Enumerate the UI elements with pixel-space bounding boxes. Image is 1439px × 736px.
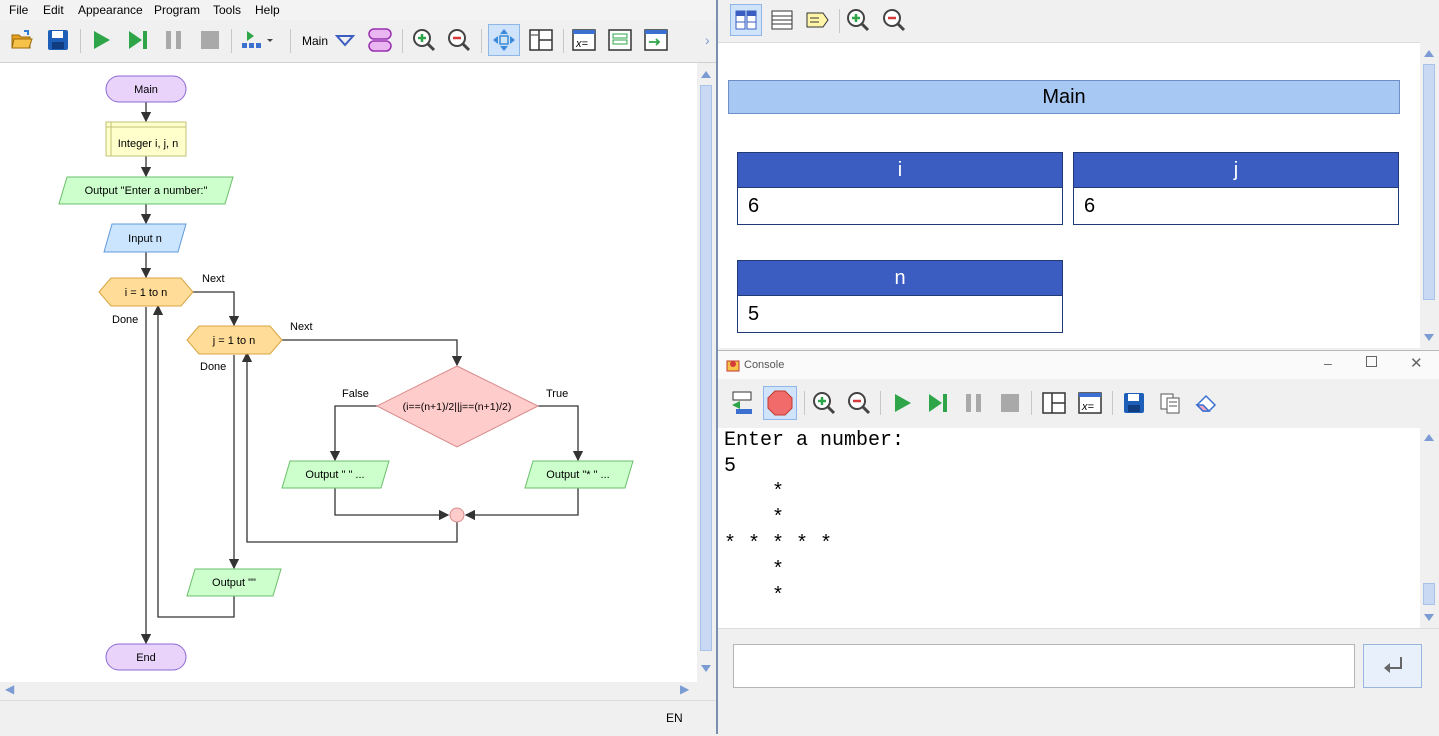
console-enter-button[interactable] <box>1363 644 1422 688</box>
variable-value: 6 <box>1084 194 1096 217</box>
flowchart-horizontal-scrollbar[interactable]: ◀ ▶ <box>0 682 697 699</box>
input-label: Input n <box>128 233 162 245</box>
menu-help[interactable]: Help <box>255 3 280 17</box>
main-toolbar: Main x= › <box>0 20 716 63</box>
grid-view-icon[interactable] <box>730 4 762 36</box>
output-prompt-label: Output "Enter a number:" <box>85 185 208 197</box>
vars-zoom-in-icon[interactable] <box>844 6 872 34</box>
zoom-in-icon[interactable] <box>410 26 438 54</box>
menu-program[interactable]: Program <box>154 3 200 17</box>
merge-point <box>449 507 465 523</box>
open-icon[interactable] <box>8 26 36 54</box>
status-bar: EN <box>0 700 716 735</box>
inner-next-label: Next <box>290 321 313 333</box>
variables-window-icon[interactable] <box>527 26 555 54</box>
new-function-icon[interactable] <box>366 26 394 54</box>
false-label: False <box>342 388 369 400</box>
enter-icon <box>1383 657 1402 673</box>
inner-done-label: Done <box>200 361 226 373</box>
console-app-icon <box>726 358 740 375</box>
svg-text:x=: x= <box>1081 401 1095 413</box>
console-copy-icon[interactable] <box>1156 389 1184 417</box>
flowchart-window: File Edit Appearance Program Tools Help <box>0 0 716 735</box>
console-input-area <box>718 628 1439 736</box>
console-clear-step-icon[interactable] <box>728 389 756 417</box>
expression-icon[interactable]: x= <box>570 26 598 54</box>
outer-loop-label: i = 1 to n <box>125 287 168 299</box>
language-indicator: EN <box>666 711 683 725</box>
variable-name: i <box>738 153 1062 188</box>
console-scrollbar[interactable] <box>1420 428 1439 628</box>
console-titlebar: Console – ✕ <box>718 351 1439 379</box>
vars-zoom-out-icon[interactable] <box>880 6 908 34</box>
outer-done-label: Done <box>112 314 138 326</box>
pause-icon[interactable] <box>160 26 188 54</box>
console-output: Enter a number: 5 * * * * * * * * * <box>718 428 1420 628</box>
console-stop-button[interactable] <box>763 386 797 420</box>
move-icon[interactable] <box>488 24 520 56</box>
label-icon[interactable] <box>804 6 832 34</box>
save-icon[interactable] <box>44 26 72 54</box>
maximize-icon[interactable] <box>1366 356 1377 367</box>
output-newline-label: Output "" <box>212 577 256 589</box>
variable-value: 6 <box>748 194 760 217</box>
console-expression-icon[interactable]: x= <box>1076 389 1104 417</box>
inner-loop-label: j = 1 to n <box>212 335 256 347</box>
console-window-icon[interactable] <box>642 26 670 54</box>
close-icon[interactable]: ✕ <box>1410 354 1423 372</box>
variable-name: n <box>738 261 1062 296</box>
console-step-icon[interactable] <box>924 389 952 417</box>
variable-card-n: n 5 <box>737 260 1063 333</box>
function-scope-header: Main <box>728 80 1400 114</box>
console-save-icon[interactable] <box>1120 389 1148 417</box>
menu-appearance[interactable]: Appearance <box>78 3 143 17</box>
zoom-out-icon[interactable] <box>445 26 473 54</box>
variables-scrollbar[interactable] <box>1420 42 1439 348</box>
console-stop-icon[interactable] <box>996 389 1024 417</box>
variable-name: j <box>1074 153 1398 188</box>
console-window: Console – ✕ x= Enter a number: 5 * * * *… <box>718 350 1439 736</box>
flowchart-vertical-scrollbar[interactable] <box>697 63 716 682</box>
menu-edit[interactable]: Edit <box>43 3 64 17</box>
variable-card-j: j 6 <box>1073 152 1399 225</box>
console-pause-icon[interactable] <box>960 389 988 417</box>
outer-next-label: Next <box>202 273 225 285</box>
variables-toolbar <box>718 0 1439 43</box>
variable-card-i: i 6 <box>737 152 1063 225</box>
svg-text:x=: x= <box>575 38 589 50</box>
stop-icon[interactable] <box>196 26 224 54</box>
function-selector[interactable]: Main <box>302 34 328 48</box>
condition-label: (i==(n+1)/2||j==(n+1)/2) <box>403 401 512 413</box>
variables-window: Main i 6 j 6 n 5 <box>718 0 1439 348</box>
start-label: Main <box>134 84 158 96</box>
toolbar-overflow-icon[interactable]: › <box>705 32 710 48</box>
true-label: True <box>546 388 568 400</box>
console-run-icon[interactable] <box>888 389 916 417</box>
console-input[interactable] <box>733 644 1355 688</box>
console-eraser-icon[interactable] <box>1192 389 1220 417</box>
step-icon[interactable] <box>124 26 152 54</box>
output-false-label: Output " " ... <box>305 469 364 481</box>
add-shape-icon[interactable] <box>238 26 274 54</box>
output-true-label: Output "* " ... <box>546 469 609 481</box>
watch-icon[interactable] <box>606 26 634 54</box>
end-label: End <box>136 652 156 664</box>
console-zoom-out-icon[interactable] <box>845 389 873 417</box>
declare-label: Integer i, j, n <box>118 138 179 150</box>
variable-value: 5 <box>748 302 760 325</box>
console-zoom-in-icon[interactable] <box>810 389 838 417</box>
console-title: Console <box>744 359 785 371</box>
console-variables-icon[interactable] <box>1040 389 1068 417</box>
minimize-icon[interactable]: – <box>1324 355 1332 371</box>
menu-file[interactable]: File <box>9 3 28 17</box>
function-menu-icon[interactable] <box>331 26 359 54</box>
console-toolbar: x= <box>718 379 1439 427</box>
flowchart-diagram: Main Integer i, j, n Output "Enter a num… <box>58 75 634 671</box>
menu-bar: File Edit Appearance Program Tools Help <box>0 0 716 20</box>
flowchart-canvas[interactable]: Main Integer i, j, n Output "Enter a num… <box>0 63 697 682</box>
list-view-icon[interactable] <box>768 6 796 34</box>
menu-tools[interactable]: Tools <box>213 3 241 17</box>
run-icon[interactable] <box>87 26 115 54</box>
